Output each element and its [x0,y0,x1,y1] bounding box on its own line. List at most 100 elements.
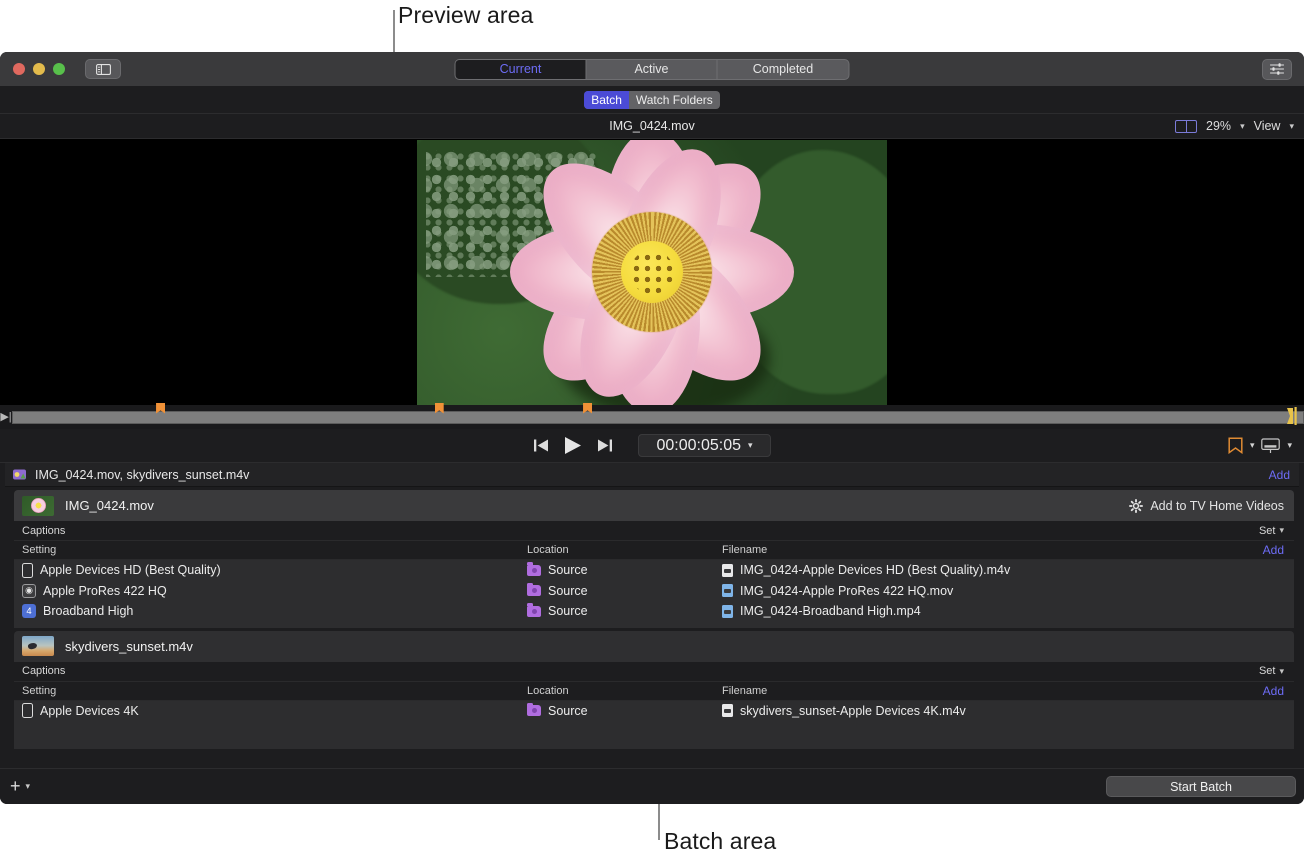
table-row[interactable]: Apple Devices 4K Source skydivers_sunset… [14,701,1294,722]
folder-icon [527,565,541,576]
setting-label: Broadband High [43,604,133,618]
setting-label: Apple ProRes 422 HQ [43,584,167,598]
batch-watchfolders-control[interactable]: Batch Watch Folders [584,91,720,109]
minimize-window-button[interactable] [33,63,45,75]
subtab-batch[interactable]: Batch [584,91,629,109]
window-controls [0,63,65,75]
job-header[interactable]: skydivers_sunset.m4v [14,631,1294,662]
batch-job: IMG_0424.mov Add to TV Home Videos [5,490,1299,628]
file-blue-icon [722,605,733,618]
timeline-marker[interactable] [156,403,165,414]
folder-icon [527,585,541,596]
job-destination[interactable]: Add to TV Home Videos [1129,499,1284,513]
view-menu-label[interactable]: View [1254,119,1281,133]
close-window-button[interactable] [13,63,25,75]
timeline-start-icon[interactable]: ▶| [0,412,12,423]
filename-label: IMG_0424-Apple ProRes 422 HQ.mov [740,584,953,598]
file-blue-icon [722,584,733,597]
tab-current[interactable]: Current [456,60,587,79]
batch-area: IMG_0424.mov, skydivers_sunset.m4v Add I… [0,463,1304,769]
skip-back-icon [533,438,550,453]
device-icon [22,563,33,578]
timeline-track[interactable] [12,411,1304,424]
table-row[interactable]: ◉ Apple ProRes 422 HQ Source IMG_0424-Ap… [14,581,1294,602]
job-thumbnail [22,496,54,516]
chevron-down-icon-set: ▾ [1279,666,1284,677]
preview-controls: 29% ▾ View ▾ [1175,119,1294,133]
job-thumbnail [22,636,54,656]
sidebar-toggle-button[interactable] [85,59,121,79]
start-batch-button[interactable]: Start Batch [1106,776,1296,797]
column-header-filename: Filename [722,685,1263,697]
app-window: Current Active Completed [0,52,1304,804]
go-to-start-button[interactable] [533,438,550,453]
captions-icon[interactable] [1261,438,1280,454]
transport-bar: 00:00:05:05 ▾ ▾ ▾ [0,429,1304,463]
filename-cell: IMG_0424-Apple Devices HD (Best Quality)… [722,563,1284,577]
plus-icon: + [10,776,21,797]
settings-add-link[interactable]: Add [1263,684,1284,698]
job-header[interactable]: IMG_0424.mov Add to TV Home Videos [14,490,1294,521]
timeline-scrubber[interactable]: ▶| [0,405,1304,429]
location-label: Source [548,563,588,577]
maximize-window-button[interactable] [53,63,65,75]
captions-set-menu[interactable]: Set ▾ [1259,665,1284,677]
location-cell: Source [527,584,722,598]
chevron-down-icon-captions[interactable]: ▾ [1287,440,1292,451]
timeline-marker[interactable] [583,403,592,414]
tab-active[interactable]: Active [587,60,718,79]
subtab-bar: Batch Watch Folders [0,86,1304,114]
go-to-end-button[interactable] [596,438,613,453]
table-row[interactable]: 4 Broadband High Source IMG_0424-Broadba… [14,601,1294,622]
timeline-playhead[interactable] [1286,406,1302,426]
transport-right-controls: ▾ ▾ [1228,437,1292,454]
chevron-down-icon-view[interactable]: ▾ [1289,121,1294,132]
batch-header-title: IMG_0424.mov, skydivers_sunset.m4v [35,468,1269,482]
view-mode-segmented-control[interactable]: Current Active Completed [455,59,850,80]
play-icon [563,436,583,455]
file-white-icon [722,564,733,577]
column-headers: Setting Location Filename Add [14,682,1294,701]
preview-video [417,140,887,405]
timeline-marker[interactable] [435,403,444,414]
setting-label: Apple Devices HD (Best Quality) [40,563,221,577]
filename-label: IMG_0424-Apple Devices HD (Best Quality)… [740,563,1010,577]
column-header-filename: Filename [722,544,1263,556]
setting-cell: Apple Devices HD (Best Quality) [22,563,527,578]
folder-icon [527,606,541,617]
location-cell: Source [527,604,722,618]
skip-forward-icon [596,438,613,453]
split-view-icon[interactable] [1175,120,1197,133]
job-title: IMG_0424.mov [65,498,1129,513]
file-white-icon [722,704,733,717]
batch-job: skydivers_sunset.m4v Captions Set ▾ Sett… [5,631,1299,750]
captions-set-label: Set [1259,665,1276,677]
playhead-icon [1286,407,1302,425]
table-row[interactable]: Apple Devices HD (Best Quality) Source I… [14,560,1294,581]
lotus-seed-dots [630,250,674,294]
title-bar: Current Active Completed [0,52,1304,86]
batch-icon [12,467,27,482]
inspector-button[interactable] [1262,59,1292,80]
timecode-value: 00:00:05:05 [656,437,741,455]
location-cell: Source [527,563,722,577]
chevron-down-icon-timecode[interactable]: ▾ [748,440,753,451]
annotation-batch-area: Batch area [664,828,776,855]
job-destination-label: Add to TV Home Videos [1150,499,1284,513]
tab-completed[interactable]: Completed [718,60,849,79]
subtab-watch-folders[interactable]: Watch Folders [629,91,720,109]
play-button[interactable] [563,436,583,455]
preview-area[interactable] [0,139,1304,405]
zoom-level-label[interactable]: 29% [1206,119,1231,133]
annotation-preview-area: Preview area [398,2,533,29]
chevron-down-icon-zoom[interactable]: ▾ [1240,121,1245,132]
batch-header-add-link[interactable]: Add [1269,468,1290,482]
chevron-down-icon-marker[interactable]: ▾ [1250,440,1255,451]
row-spacer [14,721,1294,749]
marker-bookmark-icon[interactable] [1228,437,1243,454]
add-job-menu-button[interactable]: + ▾ [10,776,30,797]
sidebar-icon [96,64,111,75]
timecode-field[interactable]: 00:00:05:05 ▾ [638,434,771,457]
captions-set-menu[interactable]: Set ▾ [1259,525,1284,537]
settings-add-link[interactable]: Add [1263,543,1284,557]
